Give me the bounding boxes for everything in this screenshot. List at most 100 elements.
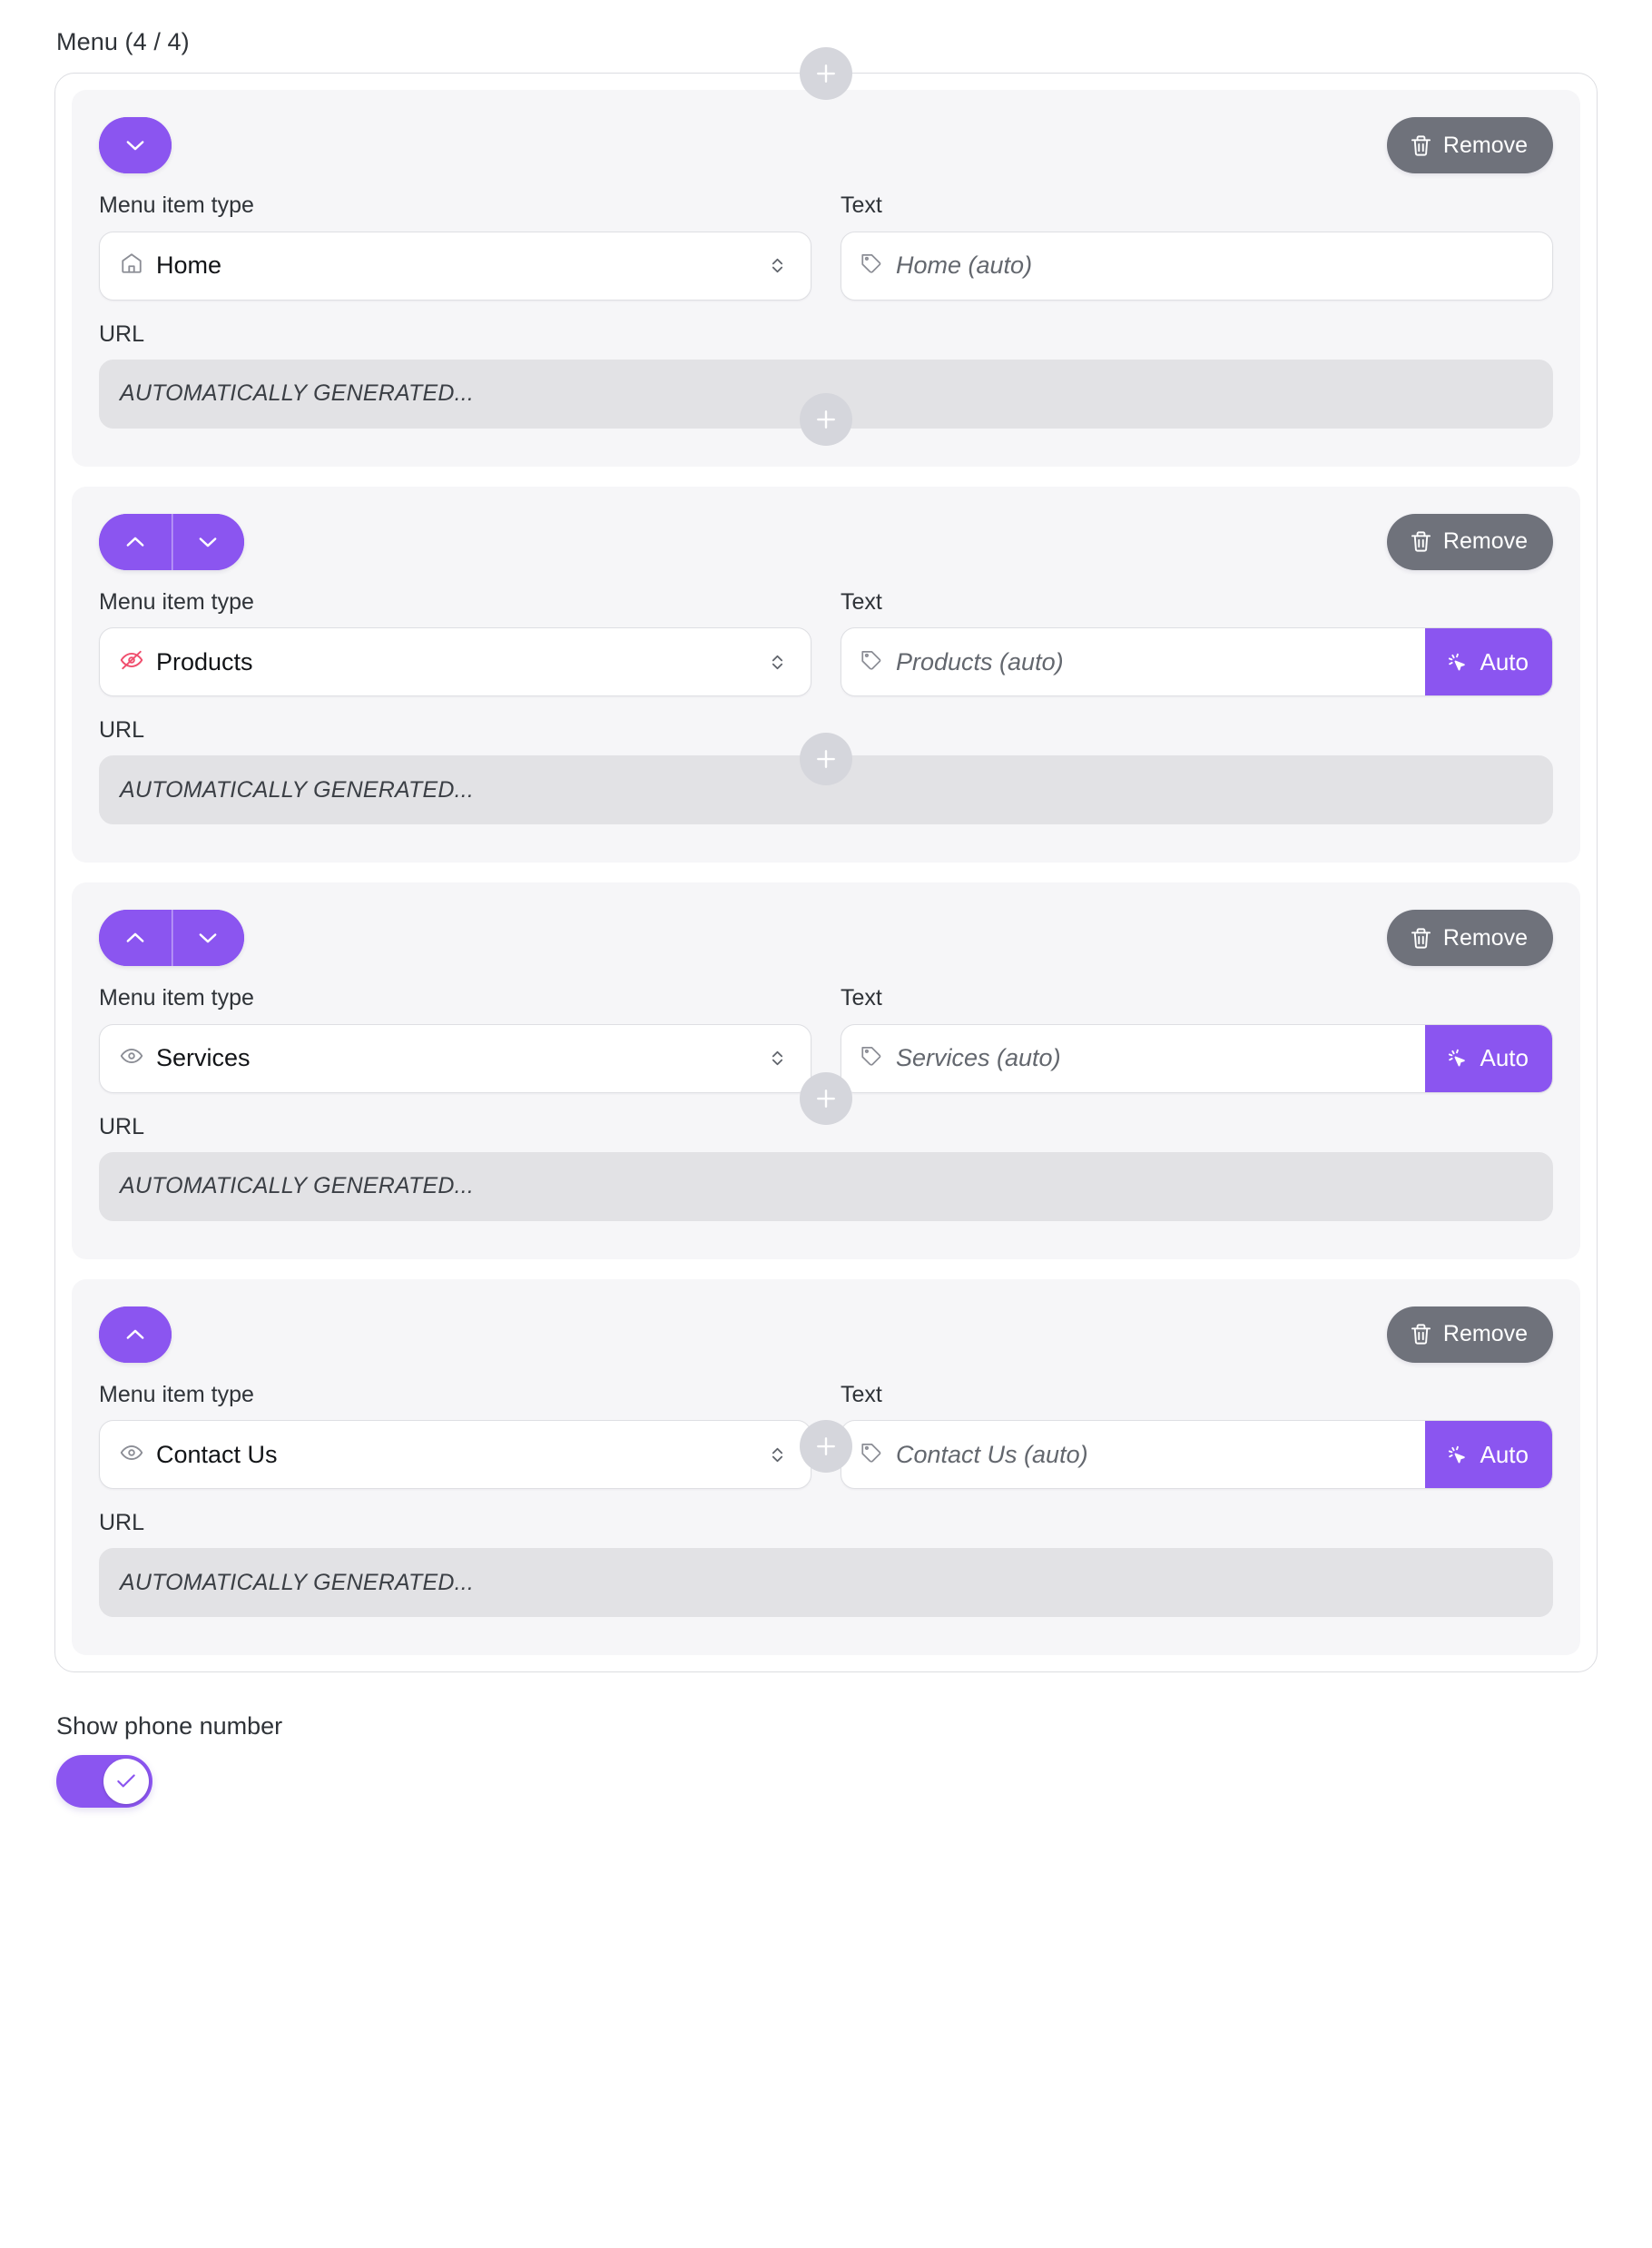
move-up-button[interactable] <box>99 513 172 570</box>
menu-item-type-value: Home <box>156 251 222 280</box>
menu-items-container: Remove Menu item type Home Text URL AUTOMATIC… <box>54 47 1598 1673</box>
url-placeholder-text: AUTOMATICALLY GENERATED... <box>120 1173 475 1199</box>
tag-icon <box>860 648 883 676</box>
menu-item-text-input[interactable] <box>896 1044 1407 1073</box>
card-toolbar: Remove <box>99 513 1553 570</box>
menu-item-type-select[interactable]: Services <box>99 1023 811 1093</box>
remove-menu-item-button[interactable]: Remove <box>1386 910 1553 967</box>
chevron-up-icon <box>126 933 144 943</box>
add-menu-item-button-1[interactable] <box>800 393 852 447</box>
tag-icon <box>860 1441 883 1469</box>
menu-item-text-input-shell: Auto <box>841 1420 1553 1490</box>
menu-item-type-select[interactable]: Home <box>99 231 811 301</box>
magic-cursor-icon <box>1448 1445 1465 1464</box>
chevron-up-icon <box>126 537 144 547</box>
plus-icon <box>817 750 835 769</box>
remove-button-label: Remove <box>1442 528 1528 555</box>
add-menu-item-button-4[interactable] <box>800 1420 852 1474</box>
menu-item-text-label: Text <box>841 588 882 615</box>
move-up-button[interactable] <box>99 910 172 967</box>
card-toolbar: Remove <box>99 117 1553 174</box>
auto-fill-text-button[interactable]: Auto <box>1424 1421 1552 1489</box>
move-buttons-group <box>99 910 244 967</box>
add-menu-item-button-2[interactable] <box>800 733 852 786</box>
tag-icon <box>860 1044 883 1072</box>
check-icon <box>117 1774 135 1788</box>
remove-button-label: Remove <box>1442 132 1528 158</box>
select-arrows-icon <box>766 651 789 674</box>
move-buttons-group <box>99 513 244 570</box>
text-input-inner <box>841 628 1425 695</box>
tag-icon <box>861 650 881 670</box>
menu-item-text-input[interactable] <box>896 251 1534 281</box>
select-arrows-icon <box>772 655 783 669</box>
move-down-button[interactable] <box>172 513 244 570</box>
select-arrows-icon <box>772 1050 783 1066</box>
remove-button-label: Remove <box>1442 924 1528 951</box>
add-menu-item-button-3[interactable] <box>800 1072 852 1126</box>
eye-icon <box>120 1444 143 1460</box>
auto-fill-text-button[interactable]: Auto <box>1424 628 1552 696</box>
select-arrows-icon <box>766 1047 789 1070</box>
eye-icon <box>120 1044 143 1072</box>
menu-item-type-value: Products <box>156 647 253 675</box>
move-up-button[interactable] <box>99 1306 172 1363</box>
url-placeholder-text: AUTOMATICALLY GENERATED... <box>120 380 475 407</box>
plus-icon <box>817 64 835 84</box>
menu-item-type-field: Menu item type Products <box>99 588 811 697</box>
move-down-button[interactable] <box>172 910 244 967</box>
move-buttons-group <box>99 117 172 174</box>
eye-icon <box>120 1049 143 1064</box>
plus-icon <box>817 1437 835 1456</box>
menu-item-text-input[interactable] <box>896 1440 1407 1469</box>
url-placeholder-text: AUTOMATICALLY GENERATED... <box>120 776 475 803</box>
tag-icon <box>861 254 881 273</box>
type-and-text-row: Menu item type Products Text Auto <box>99 588 1553 697</box>
chevron-down-icon <box>199 933 217 943</box>
menu-item-card: RemoveMenu item typeProductsTextAutoURLA… <box>72 486 1580 863</box>
url-row: URL AUTOMATICALLY GENERATED... <box>99 1509 1553 1618</box>
menu-item-text-field: Text Auto <box>841 1381 1553 1490</box>
menu-item-type-field: Menu item type Contact Us <box>99 1381 811 1490</box>
menu-item-type-label: Menu item type <box>99 588 254 615</box>
auto-button-label: Auto <box>1480 1044 1529 1072</box>
menu-item-url-label: URL <box>99 320 145 347</box>
menu-item-url-field: URL AUTOMATICALLY GENERATED... <box>99 1113 1553 1221</box>
menu-item-type-label: Menu item type <box>99 192 254 219</box>
menu-item-type-select[interactable]: Products <box>99 627 811 697</box>
home-icon <box>120 251 143 280</box>
text-input-inner <box>841 1421 1425 1488</box>
add-menu-item-button-0[interactable] <box>800 47 852 101</box>
eye-off-icon <box>120 648 143 676</box>
trash-icon <box>1411 928 1431 949</box>
plus-icon <box>817 1089 835 1109</box>
remove-menu-item-button[interactable]: Remove <box>1386 117 1553 174</box>
select-arrows-icon <box>772 258 783 273</box>
menu-item-text-input-shell: Auto <box>841 1023 1553 1093</box>
menu-item-text-input-shell: Auto <box>841 627 1553 697</box>
card-toolbar: Remove <box>99 910 1553 967</box>
move-buttons-group <box>99 1306 172 1363</box>
menu-item-text-input[interactable] <box>896 647 1407 676</box>
menu-item-url-input: AUTOMATICALLY GENERATED... <box>99 1151 1553 1221</box>
menu-item-text-label: Text <box>841 1381 882 1407</box>
type-and-text-row: Menu item type Home Text <box>99 192 1553 301</box>
show-phone-number-toggle[interactable] <box>56 1755 152 1809</box>
remove-menu-item-button[interactable]: Remove <box>1386 1306 1553 1363</box>
auto-fill-text-button[interactable]: Auto <box>1424 1024 1552 1092</box>
menu-item-type-field: Menu item type Services <box>99 984 811 1093</box>
select-arrows-icon <box>772 1447 783 1462</box>
eye-icon <box>120 1441 143 1469</box>
trash-icon <box>1411 1324 1431 1345</box>
remove-menu-item-button[interactable]: Remove <box>1386 513 1553 570</box>
menu-editor-page: Menu (4 / 4) Remove Menu item type Home Tex… <box>0 0 1652 2248</box>
auto-button-label: Auto <box>1480 1440 1529 1468</box>
menu-item-text-field: Text <box>841 192 1553 301</box>
text-input-inner <box>841 1025 1425 1092</box>
magic-cursor-icon <box>1448 653 1465 671</box>
tag-icon <box>861 1047 881 1066</box>
move-down-button[interactable] <box>99 117 172 174</box>
menu-item-type-select[interactable]: Contact Us <box>99 1420 811 1490</box>
tag-icon <box>861 1443 881 1463</box>
menu-item-card: Remove Menu item type Services Text Auto URLA… <box>72 882 1580 1259</box>
